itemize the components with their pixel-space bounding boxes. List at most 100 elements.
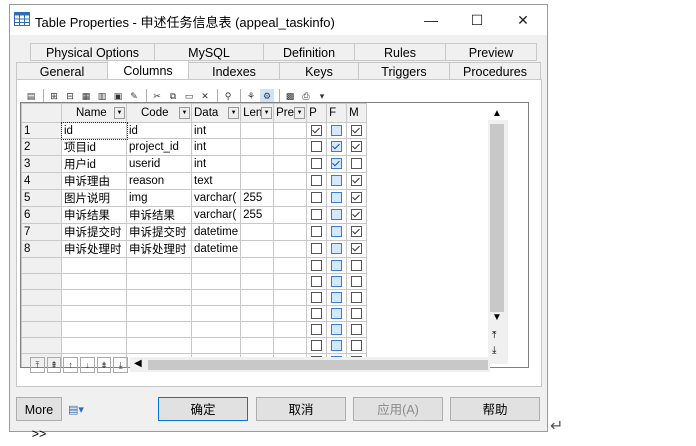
move-down-icon[interactable]: ↓ xyxy=(80,357,95,373)
cell-data-type[interactable]: varchar( xyxy=(190,206,242,224)
tab-procedures[interactable]: Procedures xyxy=(449,62,541,80)
checkbox-primary[interactable] xyxy=(311,275,323,287)
scroll-down-arrow-icon[interactable]: ▼ xyxy=(492,312,502,323)
checkbox-mandatory-cell[interactable] xyxy=(346,240,368,258)
empty-cell[interactable] xyxy=(273,305,308,322)
header-code[interactable]: Code ▼ xyxy=(126,103,192,123)
checkbox-mandatory-cell[interactable] xyxy=(346,189,368,207)
empty-cell[interactable] xyxy=(126,337,192,354)
table-row[interactable]: 8 申诉处理时 申诉处理时 datetime xyxy=(21,240,368,258)
help-button[interactable]: 帮助 xyxy=(450,397,540,421)
checkbox-foreign-cell[interactable] xyxy=(326,257,348,274)
checkbox-foreign-cell[interactable] xyxy=(326,172,348,190)
empty-row[interactable] xyxy=(21,257,368,274)
checkbox-foreign[interactable] xyxy=(331,291,343,303)
empty-cell[interactable] xyxy=(190,321,242,338)
cell-name[interactable]: id xyxy=(60,121,128,140)
dropdown-arrow-icon[interactable]: ▼ xyxy=(294,107,306,119)
checkbox-mandatory-cell[interactable] xyxy=(346,155,368,173)
horizontal-scroll-thumb[interactable] xyxy=(148,360,488,370)
checkbox-primary[interactable] xyxy=(311,209,323,221)
domain-icon[interactable]: ▣ xyxy=(111,89,125,103)
table-row[interactable]: 7 申诉提交时 申诉提交时 datetime xyxy=(21,223,368,241)
checkbox-primary-cell[interactable] xyxy=(306,305,328,322)
checkbox-foreign[interactable] xyxy=(331,141,343,153)
title-bar[interactable]: Table Properties - 申述任务信息表 (appeal_taski… xyxy=(10,5,547,35)
cell-length[interactable] xyxy=(240,223,275,241)
cell-precision[interactable] xyxy=(273,155,308,173)
cell-code[interactable]: 申诉结果 xyxy=(126,206,192,224)
header-data-type[interactable]: Data ▼ xyxy=(190,103,242,123)
checkbox-mandatory-cell[interactable] xyxy=(346,289,368,306)
empty-cell[interactable] xyxy=(273,337,308,354)
dropdown-arrow-icon[interactable]: ▼ xyxy=(228,107,240,119)
checkbox-mandatory[interactable] xyxy=(351,124,363,136)
cell-name[interactable]: 申诉提交时 xyxy=(61,223,127,241)
dropdown-arrow-icon[interactable]: ▼ xyxy=(179,107,190,119)
cell-length[interactable] xyxy=(240,138,275,156)
cell-length[interactable] xyxy=(240,155,275,173)
checkbox-mandatory[interactable] xyxy=(351,209,363,221)
lookup-icon[interactable]: ▥ xyxy=(95,89,109,103)
empty-cell[interactable] xyxy=(61,337,127,354)
empty-cell[interactable] xyxy=(126,289,192,306)
empty-cell[interactable] xyxy=(126,305,192,322)
empty-cell[interactable] xyxy=(61,321,127,338)
cell-data-type[interactable]: datetime xyxy=(190,223,242,241)
checkbox-mandatory-cell[interactable] xyxy=(346,321,368,338)
tab-rules[interactable]: Rules xyxy=(354,43,446,61)
header-mandatory[interactable]: M xyxy=(346,103,368,123)
empty-cell[interactable] xyxy=(126,321,192,338)
customize-columns-icon[interactable]: ⚙ xyxy=(260,89,274,103)
tab-physical-options[interactable]: Physical Options xyxy=(30,43,155,61)
scroll-top-arrow-icon[interactable]: ⤒ xyxy=(492,330,496,341)
checkbox-mandatory-cell[interactable] xyxy=(346,337,368,354)
cell-code[interactable]: userid xyxy=(126,155,192,173)
checkbox-mandatory[interactable] xyxy=(351,141,363,153)
empty-row[interactable] xyxy=(21,337,368,354)
checkbox-foreign-cell[interactable] xyxy=(326,223,348,241)
cell-data-type[interactable]: varchar( xyxy=(190,189,242,207)
export-excel-icon[interactable]: ▩ xyxy=(283,89,297,103)
empty-cell[interactable] xyxy=(240,321,275,338)
checkbox-primary[interactable] xyxy=(311,124,323,136)
checkbox-primary-cell[interactable] xyxy=(306,189,328,207)
checkbox-mandatory[interactable] xyxy=(351,339,363,351)
checkbox-primary-cell[interactable] xyxy=(306,223,328,241)
checkbox-primary-cell[interactable] xyxy=(306,273,328,290)
empty-cell[interactable] xyxy=(61,289,127,306)
tab-mysql[interactable]: MySQL xyxy=(154,43,264,61)
checkbox-primary-cell[interactable] xyxy=(306,289,328,306)
checkbox-primary-cell[interactable] xyxy=(306,240,328,258)
checkbox-primary[interactable] xyxy=(311,291,323,303)
checkbox-foreign[interactable] xyxy=(331,158,343,170)
cell-name[interactable]: 图片说明 xyxy=(61,189,127,207)
empty-row[interactable] xyxy=(21,321,368,338)
tab-keys[interactable]: Keys xyxy=(279,62,359,80)
paste-icon[interactable]: ▭ xyxy=(182,89,196,103)
table-row[interactable]: 6 申诉结果 申诉结果 varchar(255 xyxy=(21,206,368,224)
dropdown-arrow-icon[interactable]: ▼ xyxy=(261,107,273,119)
checkbox-foreign-cell[interactable] xyxy=(326,155,348,173)
checkbox-primary[interactable] xyxy=(311,307,323,319)
cancel-button[interactable]: 取消 xyxy=(256,397,346,421)
cell-data-type[interactable]: int xyxy=(190,155,242,173)
checkbox-primary[interactable] xyxy=(311,226,323,238)
empty-cell[interactable] xyxy=(240,273,275,290)
checkbox-foreign-cell[interactable] xyxy=(326,206,348,224)
checkbox-foreign[interactable] xyxy=(331,209,343,221)
ok-button[interactable]: 确定 xyxy=(158,397,248,421)
cell-data-type[interactable]: int xyxy=(190,122,242,139)
empty-cell[interactable] xyxy=(273,289,308,306)
find-icon[interactable]: ⚲ xyxy=(221,89,235,103)
move-to-bottom-icon[interactable]: ⤓ xyxy=(113,357,129,373)
checkbox-foreign[interactable] xyxy=(331,192,343,204)
cell-code[interactable]: id xyxy=(126,122,192,139)
delete-icon[interactable]: ✕ xyxy=(198,89,212,103)
checkbox-primary-cell[interactable] xyxy=(306,206,328,224)
empty-cell[interactable] xyxy=(240,305,275,322)
checkbox-mandatory[interactable] xyxy=(351,275,363,287)
cell-code[interactable]: 申诉处理时 xyxy=(126,240,192,258)
add-row-icon[interactable]: ⊞ xyxy=(47,89,61,103)
minimize-button[interactable]: — xyxy=(408,5,454,35)
